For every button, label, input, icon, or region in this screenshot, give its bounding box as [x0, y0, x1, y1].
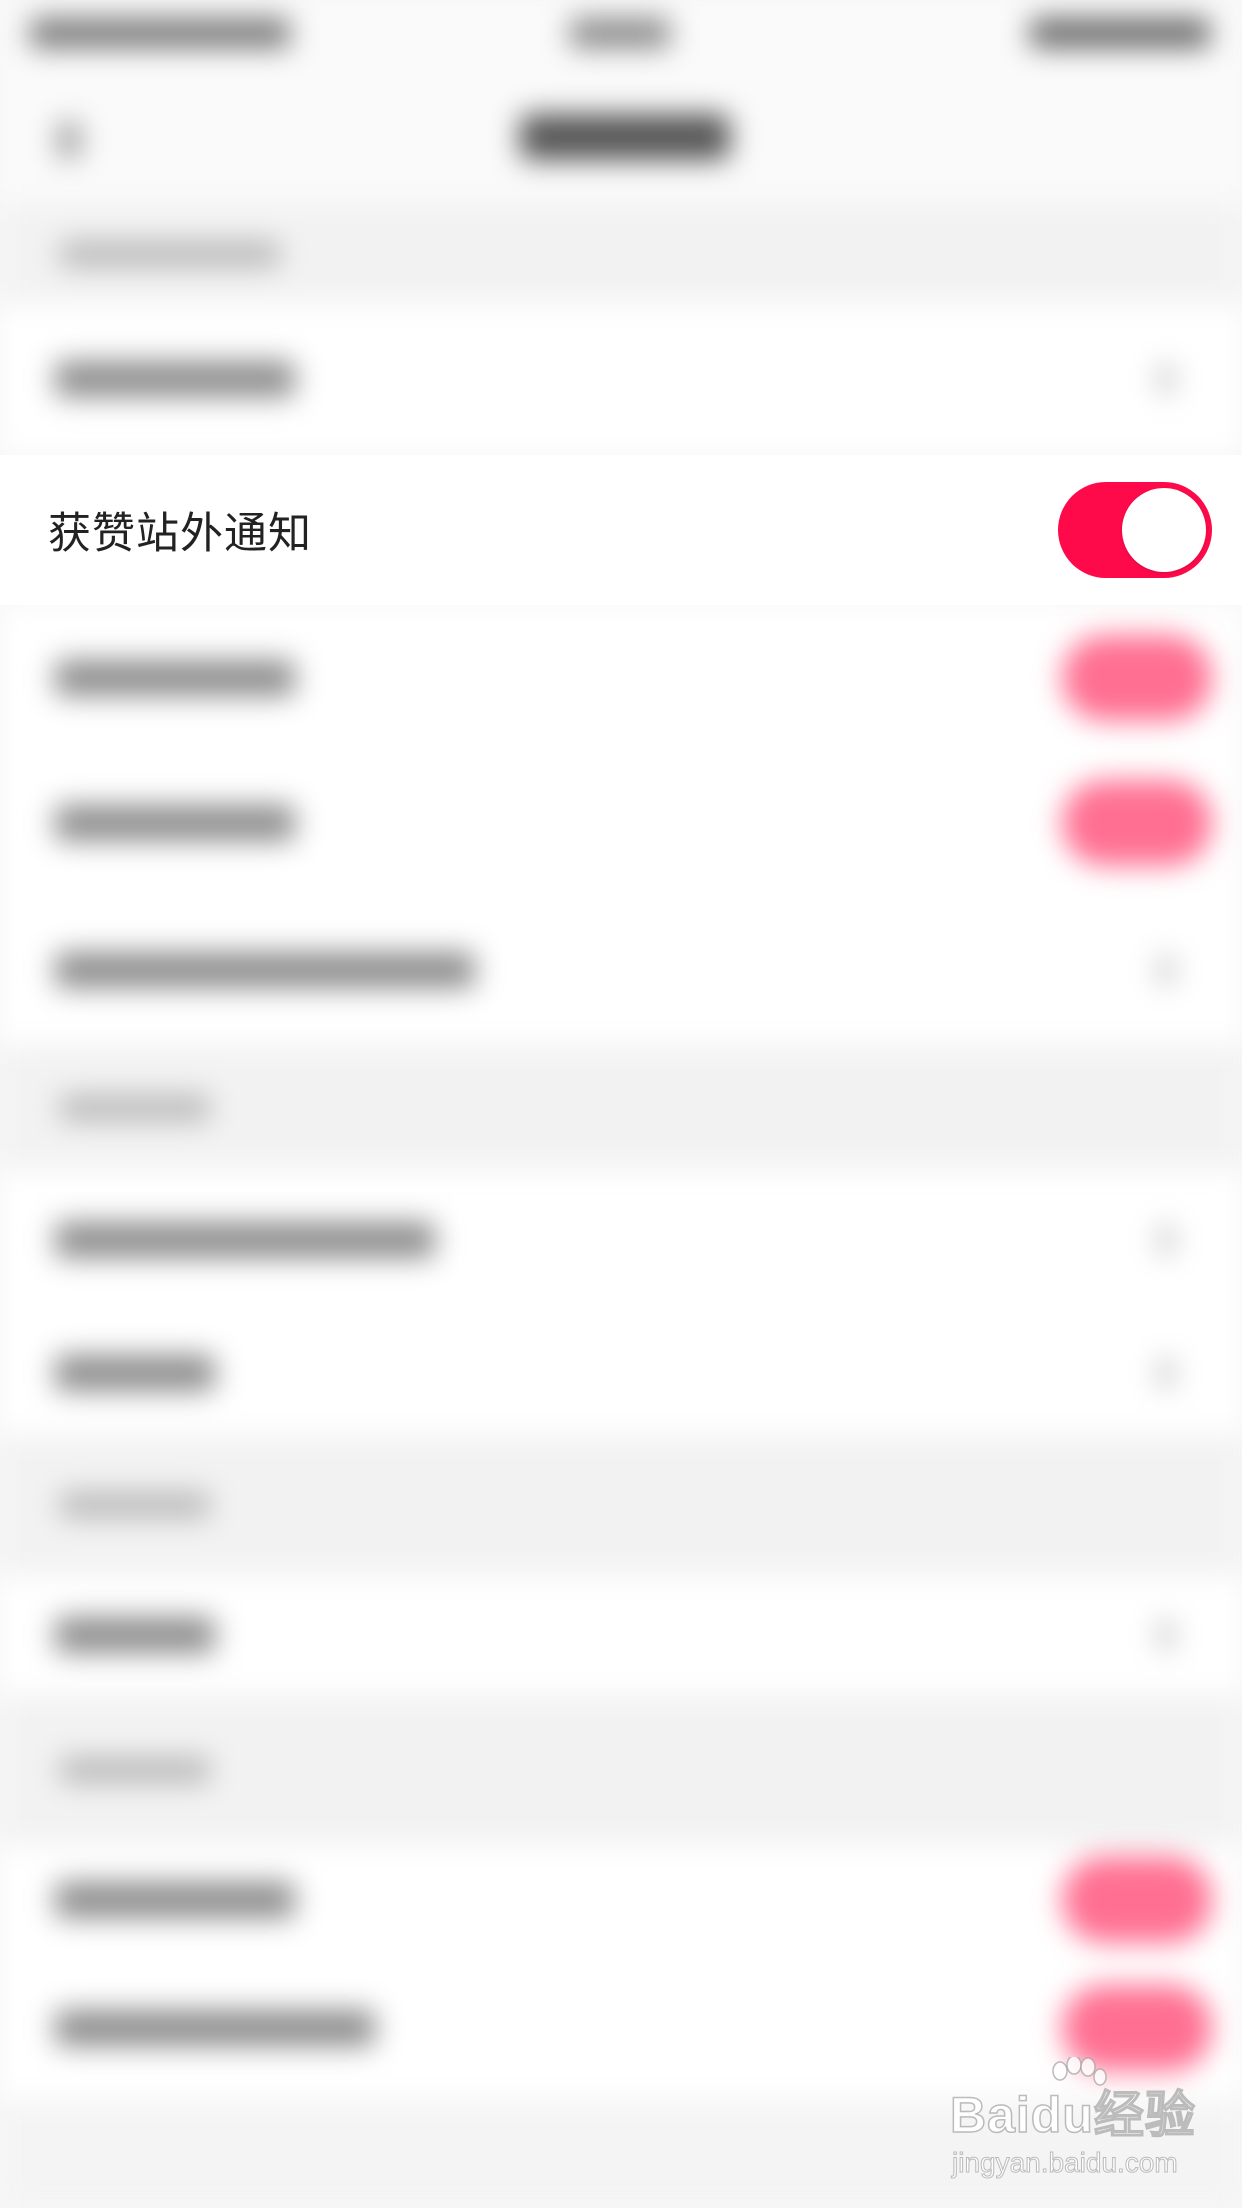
status-bar-time [570, 18, 670, 48]
likes-notification-toggle[interactable] [1058, 482, 1212, 578]
list-item[interactable] [0, 1310, 1242, 1435]
section-header [0, 1695, 1242, 1845]
section-header [0, 1045, 1242, 1170]
bottom-area [0, 2100, 1242, 2208]
page-title [520, 114, 730, 160]
status-bar [0, 0, 1242, 64]
list-item[interactable] [0, 304, 1242, 454]
list-item[interactable] [0, 605, 1242, 750]
status-bar-battery [1030, 18, 1210, 48]
blurred-background [0, 0, 1242, 2208]
toggle-knob [1122, 488, 1206, 572]
section-header [0, 204, 1242, 304]
list-item[interactable] [0, 895, 1242, 1045]
nav-bar [0, 64, 1242, 204]
list-item[interactable] [0, 1170, 1242, 1310]
setting-label: 获赞站外通知 [48, 509, 312, 559]
section-header [0, 1435, 1242, 1575]
list-item[interactable] [0, 1955, 1242, 2100]
list-item[interactable] [0, 1575, 1242, 1695]
list-item[interactable] [0, 750, 1242, 895]
status-bar-carrier [30, 18, 290, 48]
list-item[interactable] [0, 1845, 1242, 1955]
setting-row-likes-notification[interactable]: 获赞站外通知 [0, 455, 1242, 605]
back-icon[interactable] [58, 122, 80, 158]
